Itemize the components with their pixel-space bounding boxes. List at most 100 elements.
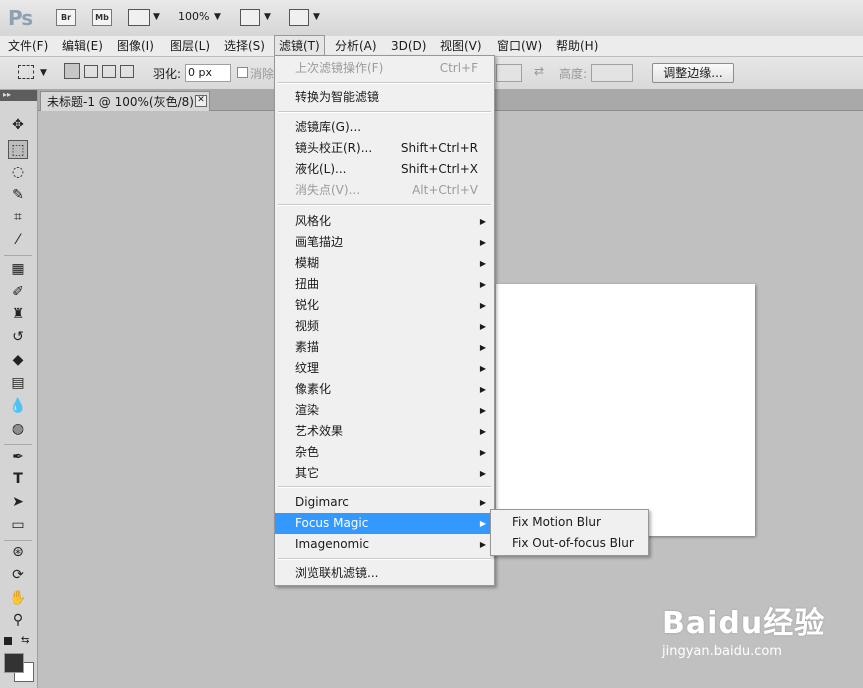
submenu-arrow-icon: ▶ bbox=[479, 519, 486, 528]
chevron-down-icon[interactable]: ▼ bbox=[313, 12, 320, 22]
history-brush-tool-icon[interactable]: ↺ bbox=[8, 328, 28, 347]
menu-analysis[interactable]: 分析(A) bbox=[331, 36, 381, 56]
eyedropper-tool-icon[interactable]: ⁄ bbox=[8, 231, 28, 250]
arrange-documents-icon[interactable] bbox=[240, 9, 260, 26]
menu-separator bbox=[278, 204, 491, 206]
shape-tool-icon[interactable]: ▭ bbox=[8, 516, 28, 535]
type-tool-icon[interactable]: T bbox=[8, 470, 28, 489]
healing-brush-tool-icon[interactable]: ▦ bbox=[8, 260, 28, 279]
menu-file[interactable]: 文件(F) bbox=[4, 36, 52, 56]
refine-edge-button[interactable]: 调整边缘... bbox=[652, 63, 734, 83]
menu-item-pixelate[interactable]: 像素化 ▶ bbox=[275, 379, 494, 400]
mini-bridge-button[interactable]: Mb bbox=[92, 9, 112, 26]
chevron-down-icon[interactable]: ▼ bbox=[214, 12, 221, 22]
zoom-level[interactable]: 100% bbox=[178, 10, 209, 23]
swap-icon[interactable]: ⇄ bbox=[534, 64, 544, 78]
view-extras-icon[interactable] bbox=[128, 9, 150, 26]
path-selection-tool-icon[interactable]: ➤ bbox=[8, 493, 28, 512]
add-selection-icon[interactable] bbox=[84, 65, 98, 78]
zoom-tool-icon[interactable]: ⚲ bbox=[8, 611, 28, 630]
menu-layer[interactable]: 图层(L) bbox=[166, 36, 214, 56]
menu-item-liquify[interactable]: 液化(L)... Shift+Ctrl+X bbox=[275, 159, 494, 180]
default-colors-icon[interactable] bbox=[4, 637, 12, 645]
menu-item-distort[interactable]: 扭曲 ▶ bbox=[275, 274, 494, 295]
application-bar: Ps Br Mb ▼ 100% ▼ ▼ ▼ bbox=[0, 0, 863, 37]
marquee-preset-icon[interactable] bbox=[18, 65, 34, 79]
eraser-tool-icon[interactable]: ◆ bbox=[8, 351, 28, 370]
crop-tool-icon[interactable]: ⌗ bbox=[8, 208, 28, 227]
menu-image[interactable]: 图像(I) bbox=[113, 36, 158, 56]
lasso-tool-icon[interactable]: ◌ bbox=[8, 163, 28, 182]
dodge-tool-icon[interactable]: ◍ bbox=[8, 420, 28, 439]
watermark-url: jingyan.baidu.com bbox=[662, 644, 782, 659]
chevron-down-icon[interactable]: ▼ bbox=[264, 12, 271, 22]
tools-panel-header[interactable]: ▸▸ bbox=[0, 90, 37, 101]
quick-selection-tool-icon[interactable]: ✎ bbox=[8, 186, 28, 205]
hand-tool-icon[interactable]: ✋ bbox=[8, 589, 28, 608]
menu-item-brush-strokes[interactable]: 画笔描边 ▶ bbox=[275, 232, 494, 253]
antialias-label: 消除 bbox=[250, 67, 275, 81]
intersect-selection-icon[interactable] bbox=[120, 65, 134, 78]
menu-filter[interactable]: 滤镜(T) bbox=[274, 35, 325, 57]
blur-tool-icon[interactable]: 💧 bbox=[8, 397, 28, 416]
chevron-down-icon[interactable]: ▼ bbox=[40, 68, 47, 78]
brush-tool-icon[interactable]: ✐ bbox=[8, 283, 28, 302]
new-selection-icon[interactable] bbox=[64, 63, 80, 79]
screen-mode-icon[interactable] bbox=[289, 9, 309, 26]
antialias-checkbox[interactable] bbox=[237, 67, 248, 78]
gradient-tool-icon[interactable]: ▤ bbox=[8, 374, 28, 393]
menu-item-focus-magic[interactable]: Focus Magic ▶ bbox=[275, 513, 494, 534]
menu-item-stylize[interactable]: 风格化 ▶ bbox=[275, 211, 494, 232]
bridge-button[interactable]: Br bbox=[56, 9, 76, 26]
menu-edit[interactable]: 编辑(E) bbox=[58, 36, 107, 56]
menu-item-video[interactable]: 视频 ▶ bbox=[275, 316, 494, 337]
swap-colors-icon[interactable]: ⇆ bbox=[21, 635, 29, 646]
feather-input[interactable]: 0 px bbox=[185, 64, 231, 82]
menu-view[interactable]: 视图(V) bbox=[436, 36, 486, 56]
foreground-color-swatch[interactable] bbox=[4, 653, 24, 673]
document-canvas[interactable] bbox=[496, 284, 755, 536]
menu-item-render[interactable]: 渲染 ▶ bbox=[275, 400, 494, 421]
menu-item-filter-gallery[interactable]: 滤镜库(G)... bbox=[275, 117, 494, 138]
menu-window[interactable]: 窗口(W) bbox=[493, 36, 546, 56]
height-input[interactable] bbox=[591, 64, 633, 82]
menu-item-last-filter[interactable]: 上次滤镜操作(F) Ctrl+F bbox=[275, 58, 494, 79]
move-tool-icon[interactable]: ✥ bbox=[8, 116, 28, 135]
clone-stamp-tool-icon[interactable]: ♜ bbox=[8, 305, 28, 324]
menu-3d[interactable]: 3D(D) bbox=[387, 36, 430, 56]
pen-tool-icon[interactable]: ✒ bbox=[8, 448, 28, 467]
menu-bar: 文件(F) 编辑(E) 图像(I) 图层(L) 选择(S) 滤镜(T) 分析(A… bbox=[0, 35, 863, 57]
feather-label: 羽化: bbox=[153, 67, 182, 81]
submenu-arrow-icon: ▶ bbox=[479, 406, 486, 415]
menu-separator bbox=[278, 82, 491, 84]
width-input[interactable] bbox=[496, 64, 522, 82]
menu-separator bbox=[278, 486, 491, 488]
menu-item-sketch[interactable]: 素描 ▶ bbox=[275, 337, 494, 358]
menu-item-texture[interactable]: 纹理 ▶ bbox=[275, 358, 494, 379]
menu-item-artistic[interactable]: 艺术效果 ▶ bbox=[275, 421, 494, 442]
document-tab[interactable]: 未标题-1 @ 100%(灰色/8) bbox=[40, 91, 210, 111]
menu-item-blur[interactable]: 模糊 ▶ bbox=[275, 253, 494, 274]
menu-item-other[interactable]: 其它 ▶ bbox=[275, 463, 494, 484]
3d-orbit-tool-icon[interactable]: ⟳ bbox=[8, 566, 28, 585]
menu-item-fix-motion-blur[interactable]: Fix Motion Blur bbox=[491, 512, 648, 533]
menu-help[interactable]: 帮助(H) bbox=[552, 36, 602, 56]
menu-select[interactable]: 选择(S) bbox=[220, 36, 269, 56]
submenu-arrow-icon: ▶ bbox=[479, 469, 486, 478]
menu-item-fix-out-of-focus-blur[interactable]: Fix Out-of-focus Blur bbox=[491, 533, 648, 554]
menu-item-lens-correction[interactable]: 镜头校正(R)... Shift+Ctrl+R bbox=[275, 138, 494, 159]
menu-item-noise[interactable]: 杂色 ▶ bbox=[275, 442, 494, 463]
marquee-tool-icon[interactable]: ⬚ bbox=[8, 140, 28, 159]
menu-item-vanishing-point[interactable]: 消失点(V)... Alt+Ctrl+V bbox=[275, 180, 494, 201]
submenu-arrow-icon: ▶ bbox=[479, 385, 486, 394]
close-icon[interactable]: ✕ bbox=[195, 95, 207, 107]
3d-rotate-tool-icon[interactable]: ⊛ bbox=[8, 543, 28, 562]
menu-item-imagenomic[interactable]: Imagenomic ▶ bbox=[275, 534, 494, 555]
menu-item-browse-filters-online[interactable]: 浏览联机滤镜... bbox=[275, 563, 494, 584]
subtract-selection-icon[interactable] bbox=[102, 65, 116, 78]
focus-magic-submenu: Fix Motion Blur Fix Out-of-focus Blur bbox=[490, 509, 649, 556]
menu-item-digimarc[interactable]: Digimarc ▶ bbox=[275, 492, 494, 513]
chevron-down-icon[interactable]: ▼ bbox=[153, 12, 160, 22]
menu-item-convert-smart-filters[interactable]: 转换为智能滤镜 bbox=[275, 87, 494, 108]
menu-item-sharpen[interactable]: 锐化 ▶ bbox=[275, 295, 494, 316]
